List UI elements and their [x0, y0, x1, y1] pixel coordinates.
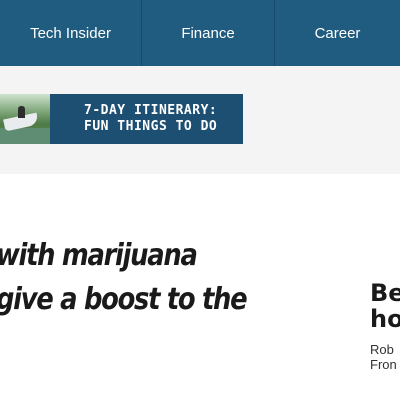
nav-item-tech-insider[interactable]: Tech Insider	[0, 0, 142, 66]
headline-line-1: with marijuana	[0, 238, 198, 274]
ad-image-person	[18, 106, 25, 118]
side-title-line-2: ho	[370, 305, 400, 333]
ad-text-box: 7-DAY ITINERARY: FUN THINGS TO DO	[50, 94, 243, 144]
side-article-card[interactable]: Be ho Rob Fron	[370, 280, 400, 380]
side-article-title: Be ho	[370, 280, 400, 332]
side-byline-line-2: Fron	[370, 357, 397, 372]
side-title-line-1: Be	[370, 280, 400, 307]
nav-item-career[interactable]: Career	[275, 0, 400, 66]
headline-line-2: give a boost to the	[0, 282, 248, 318]
ad-line-1: 7-DAY ITINERARY:	[84, 103, 218, 118]
ad-boat-image	[0, 94, 50, 144]
article-headline[interactable]: with marijuana give a boost to the	[0, 234, 280, 322]
top-nav: Tech Insider Finance Career	[0, 0, 400, 66]
side-byline-line-1: Rob	[370, 342, 394, 357]
nav-item-finance[interactable]: Finance	[142, 0, 275, 66]
ad-banner[interactable]: 7-DAY ITINERARY: FUN THINGS TO DO	[0, 94, 243, 144]
ad-line-2: FUN THINGS TO DO	[84, 119, 218, 134]
ad-band: 7-DAY ITINERARY: FUN THINGS TO DO	[0, 66, 400, 174]
side-article-byline: Rob Fron	[370, 342, 400, 372]
